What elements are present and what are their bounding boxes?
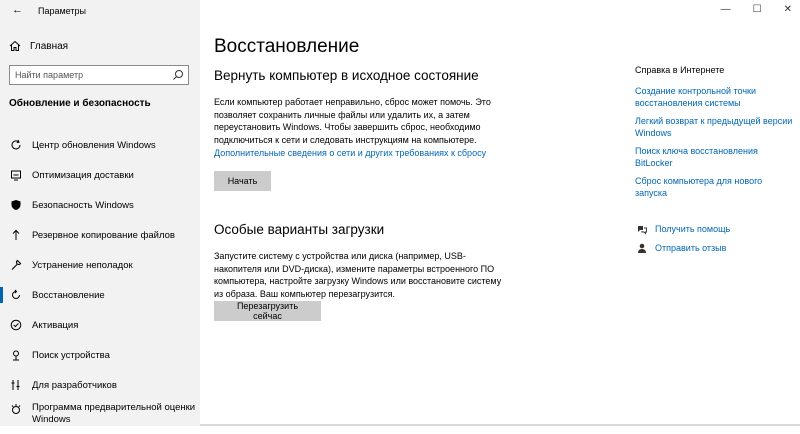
refresh-icon — [9, 139, 22, 152]
sidebar-item-label: Резервное копирование файлов — [32, 229, 175, 241]
developer-icon — [9, 379, 22, 392]
maximize-icon[interactable]: ☐ — [753, 4, 762, 15]
wrench-icon — [9, 259, 22, 272]
sidebar-item-activation[interactable]: Активация — [0, 310, 200, 340]
send-feedback-link[interactable]: Отправить отзыв — [635, 242, 726, 254]
get-help-label: Получить помощь — [655, 224, 731, 234]
sidebar-item-label: Программа предварительной оценки Windows — [32, 402, 196, 425]
check-circle-icon — [9, 319, 22, 332]
get-help-icon — [635, 223, 649, 235]
minimize-icon[interactable]: — — [721, 4, 731, 15]
search-input[interactable]: Найти параметр — [9, 65, 189, 85]
help-link-bitlocker-key[interactable]: Поиск ключа восстановления BitLocker — [635, 145, 795, 169]
sidebar-item-label: Оптимизация доставки — [32, 169, 134, 181]
advanced-startup-description: Запустите систему с устройства или диска… — [214, 251, 502, 299]
help-link-previous-version[interactable]: Легкий возврат к предыдущей версии Windo… — [635, 115, 795, 139]
app-title: Параметры — [38, 6, 86, 16]
sidebar-item-label: Устранение неполадок — [32, 259, 133, 271]
restart-now-button[interactable]: Перезагрузить сейчас — [214, 301, 321, 321]
sidebar: ← Параметры Главная Найти параметр Обнов… — [0, 0, 200, 426]
online-help-panel: Справка в Интернете Создание контрольной… — [635, 65, 795, 205]
sidebar-item-windows-security[interactable]: Безопасность Windows — [0, 190, 200, 220]
sidebar-item-find-device[interactable]: Поиск устройства — [0, 340, 200, 370]
search-icon[interactable] — [172, 69, 184, 81]
home-icon — [8, 40, 22, 52]
window-controls: — ☐ ✕ — [721, 4, 792, 15]
help-link-reset-pc[interactable]: Сброс компьютера для нового запуска — [635, 175, 795, 199]
feedback-icon — [635, 242, 649, 254]
sidebar-item-label: Активация — [32, 319, 79, 331]
sidebar-item-label: Восстановление — [32, 289, 105, 301]
sidebar-item-delivery-optimization[interactable]: Оптимизация доставки — [0, 160, 200, 190]
get-help-link[interactable]: Получить помощь — [635, 223, 730, 235]
sidebar-item-label: Безопасность Windows — [32, 199, 134, 211]
sidebar-item-windows-update[interactable]: Центр обновления Windows — [0, 130, 200, 160]
recovery-icon — [9, 289, 22, 302]
nav-home-label: Главная — [30, 40, 69, 52]
nav-list: Центр обновления Windows Оптимизация дос… — [0, 130, 200, 434]
reset-requirements-link[interactable]: Дополнительные сведения о сети и других … — [214, 148, 486, 158]
online-help-header: Справка в Интернете — [635, 65, 725, 75]
help-link-restore-point[interactable]: Создание контрольной точки восстановлени… — [635, 85, 795, 109]
page-title: Восстановление — [214, 36, 360, 57]
sidebar-item-label: Центр обновления Windows — [32, 139, 156, 151]
delivery-icon — [9, 169, 22, 182]
close-icon[interactable]: ✕ — [784, 4, 792, 15]
shield-icon — [9, 199, 22, 212]
backup-icon — [9, 229, 22, 242]
reset-section-title: Вернуть компьютер в исходное состояние — [214, 68, 479, 83]
send-feedback-label: Отправить отзыв — [655, 243, 727, 253]
main-content: — ☐ ✕ Восстановление Вернуть компьютер в… — [200, 0, 800, 426]
section-title: Обновление и безопасность — [9, 98, 151, 109]
back-arrow-icon[interactable]: ← — [12, 4, 23, 16]
advanced-startup-title: Особые варианты загрузки — [214, 222, 385, 237]
search-placeholder: Найти параметр — [15, 70, 84, 80]
find-device-icon — [9, 349, 22, 362]
start-reset-button[interactable]: Начать — [214, 171, 271, 191]
insider-icon — [9, 402, 22, 415]
sidebar-item-backup[interactable]: Резервное копирование файлов — [0, 220, 200, 250]
sidebar-item-developers[interactable]: Для разработчиков — [0, 370, 200, 400]
sidebar-item-label: Поиск устройства — [32, 349, 110, 361]
reset-description: Если компьютер работает неправильно, сбр… — [214, 97, 491, 145]
sidebar-item-label: Для разработчиков — [32, 379, 117, 391]
nav-home[interactable]: Главная — [8, 38, 68, 54]
sidebar-item-insider[interactable]: Программа предварительной оценки Windows — [0, 400, 200, 434]
sidebar-item-troubleshoot[interactable]: Устранение неполадок — [0, 250, 200, 280]
sidebar-item-recovery[interactable]: Восстановление — [0, 280, 200, 310]
